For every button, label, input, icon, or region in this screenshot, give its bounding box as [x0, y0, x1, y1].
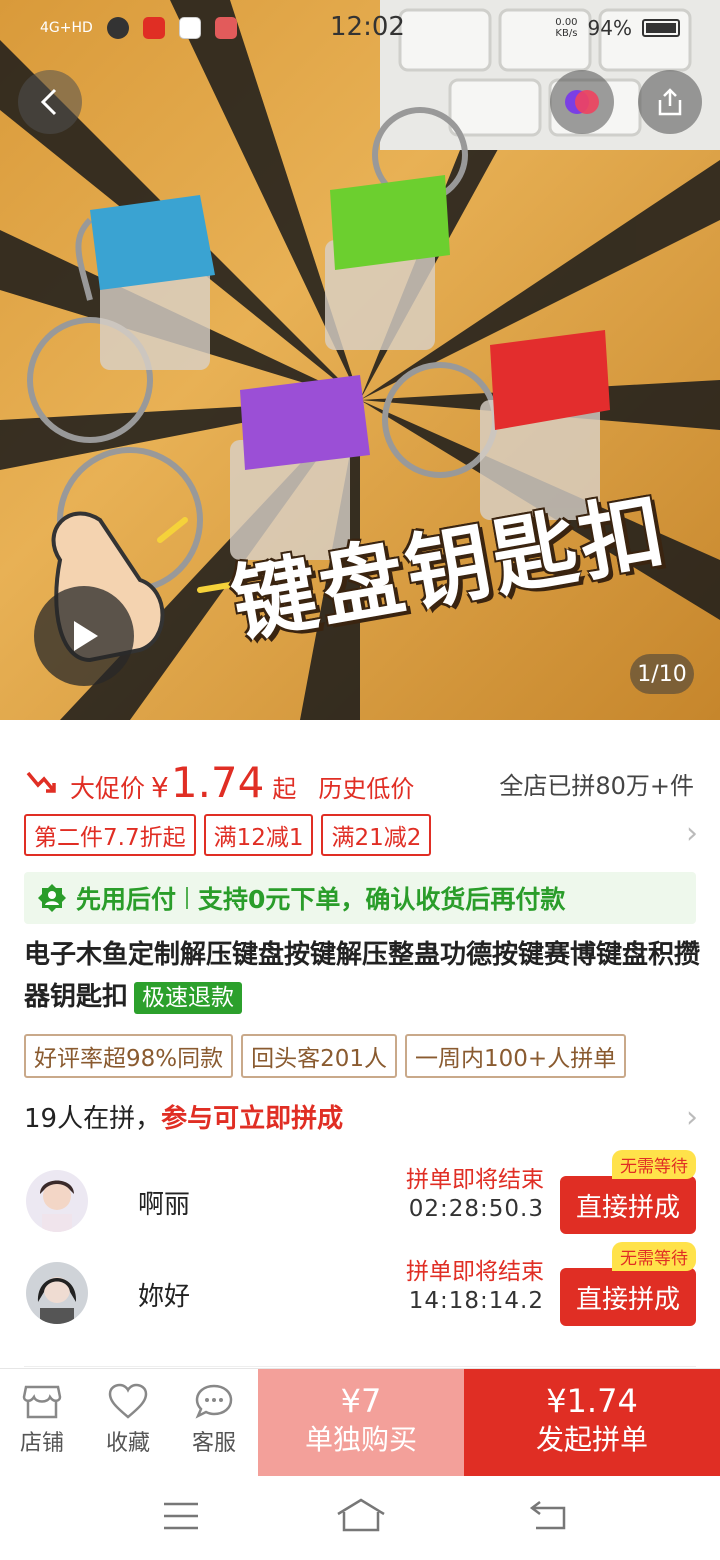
product-title: 电子木鱼定制解压键盘按键解压整蛊功德按键赛博键盘积攒器钥匙扣 极速退款 — [24, 934, 700, 1018]
store-icon — [22, 1385, 62, 1419]
product-tag: 一周内100+人拼单 — [405, 1034, 627, 1078]
menu-icon[interactable] — [162, 1498, 200, 1534]
group-count: 19人在拼， — [24, 1104, 162, 1134]
pay-later-banner[interactable]: 先用后付 支持0元下单，确认收货后再付款 — [24, 872, 696, 924]
status-clock: 12:02 — [330, 12, 405, 42]
heart-icon — [108, 1383, 148, 1419]
lowest-price-tag: 历史低价 — [318, 775, 415, 803]
group-ending-text: 拼单即将结束 — [406, 1259, 544, 1285]
play-icon — [74, 621, 98, 651]
buy-alone-price: ¥7 — [340, 1382, 382, 1420]
status-right: 0.00 KB/s 94% — [555, 16, 680, 40]
video-play-button[interactable] — [34, 586, 134, 686]
group-user-name: 妳好 — [138, 1282, 191, 1312]
group-buy-header[interactable]: 19人在拼，参与可立即拼成 — [24, 1098, 343, 1135]
no-wait-badge: 无需等待 — [612, 1150, 696, 1179]
app-notification-icon — [214, 17, 237, 39]
chevron-right-icon[interactable]: › — [686, 816, 698, 851]
fast-refund-badge: 极速退款 — [134, 981, 243, 1014]
group-row: 妳好 拼单即将结束 14:18:14.2 直接拼成 无需等待 — [24, 1242, 696, 1332]
group-timer: 14:18:14.2 — [408, 1288, 544, 1314]
promo-tag[interactable]: 满21减2 — [321, 814, 432, 856]
price-down-arrow-icon — [26, 771, 56, 793]
avatar — [26, 1262, 88, 1324]
pay-later-desc: 支持0元下单，确认收货后再付款 — [198, 885, 566, 914]
favorite-label: 收藏 — [105, 1431, 150, 1456]
share-button[interactable] — [638, 70, 702, 134]
divider — [24, 1366, 696, 1367]
image-counter: 1/10 — [630, 654, 694, 694]
start-group-button[interactable]: ¥1.74 发起拼单 — [464, 1369, 720, 1477]
start-group-label: 发起拼单 — [535, 1423, 648, 1456]
price-row: 大促价 ¥ 1.74 起 历史低价 — [26, 758, 414, 807]
product-image-carousel[interactable]: 4G+HD 12:02 0.00 KB/s 94% 键盘钥匙扣 1/10 — [0, 0, 720, 720]
app-notification-icon — [106, 17, 129, 39]
store-tab[interactable]: 店铺 — [2, 1383, 82, 1457]
chevron-right-icon[interactable]: › — [686, 1100, 698, 1135]
signal-indicator: 4G+HD — [40, 20, 93, 36]
promo-tag[interactable]: 满12减1 — [203, 814, 314, 856]
group-user-name: 啊丽 — [138, 1190, 191, 1220]
chat-bubble-icon — [195, 1384, 233, 1419]
group-row: 啊丽 拼单即将结束 02:28:50.3 直接拼成 无需等待 — [24, 1150, 696, 1240]
network-speed: 0.00 KB/s — [555, 17, 577, 39]
back-nav-icon[interactable] — [528, 1498, 568, 1534]
sold-count: 全店已拼80万+件 — [499, 772, 694, 800]
share-icon — [658, 88, 682, 116]
back-button[interactable] — [18, 70, 82, 134]
bottom-action-bar: 店铺 收藏 客服 ¥7 单独购买 ¥1.74 发起拼单 — [0, 1368, 720, 1477]
promo-tags[interactable]: 第二件7.7折起 满12减1 满21减2 — [24, 814, 432, 856]
product-tags: 好评率超98%同款 回头客201人 一周内100+人拼单 — [24, 1034, 627, 1078]
start-group-price: ¥1.74 — [546, 1382, 638, 1420]
divider — [186, 887, 189, 909]
service-label: 客服 — [191, 1431, 236, 1456]
back-arrow-icon — [40, 88, 57, 116]
app-notification-icon — [178, 17, 201, 39]
price-suffix: 起 — [272, 775, 297, 803]
app-notification-icon — [142, 17, 165, 39]
system-nav-bar — [0, 1476, 720, 1560]
avatar — [26, 1170, 88, 1232]
promo-tag[interactable]: 第二件7.7折起 — [24, 814, 196, 856]
network-speed-unit: KB/s — [555, 28, 578, 39]
no-wait-badge: 无需等待 — [612, 1242, 696, 1271]
favorite-tab[interactable]: 收藏 — [88, 1383, 168, 1457]
service-tab[interactable]: 客服 — [174, 1383, 254, 1457]
pay-later-title: 先用后付 — [76, 885, 177, 914]
network-speed-value: 0.00 — [555, 17, 578, 28]
buy-alone-button[interactable]: ¥7 单独购买 — [258, 1369, 464, 1477]
price-currency: ¥ — [151, 771, 169, 804]
group-ending-text: 拼单即将结束 — [406, 1167, 544, 1193]
price-value: 1.74 — [170, 758, 265, 807]
recommend-button[interactable] — [550, 70, 614, 134]
battery-percent: 94% — [587, 16, 632, 40]
join-group-button[interactable]: 直接拼成 — [560, 1268, 696, 1326]
product-tag: 好评率超98%同款 — [24, 1034, 234, 1078]
overlap-circles-icon — [565, 90, 599, 114]
group-highlight: 参与可立即拼成 — [161, 1104, 344, 1134]
product-title-text: 电子木鱼定制解压键盘按键解压整蛊功德按键赛博键盘积攒器钥匙扣 — [24, 940, 701, 1012]
home-icon[interactable] — [336, 1498, 386, 1534]
buy-alone-label: 单独购买 — [304, 1423, 417, 1456]
price-label: 大促价 — [70, 774, 146, 803]
join-group-button[interactable]: 直接拼成 — [560, 1176, 696, 1234]
group-timer: 02:28:50.3 — [408, 1196, 544, 1222]
product-tag: 回头客201人 — [241, 1034, 398, 1078]
product-page: 4G+HD 12:02 0.00 KB/s 94% 键盘钥匙扣 1/10 大促价… — [0, 0, 720, 1560]
battery-icon — [642, 19, 680, 37]
store-label: 店铺 — [19, 1431, 64, 1456]
pay-later-icon — [38, 884, 66, 912]
